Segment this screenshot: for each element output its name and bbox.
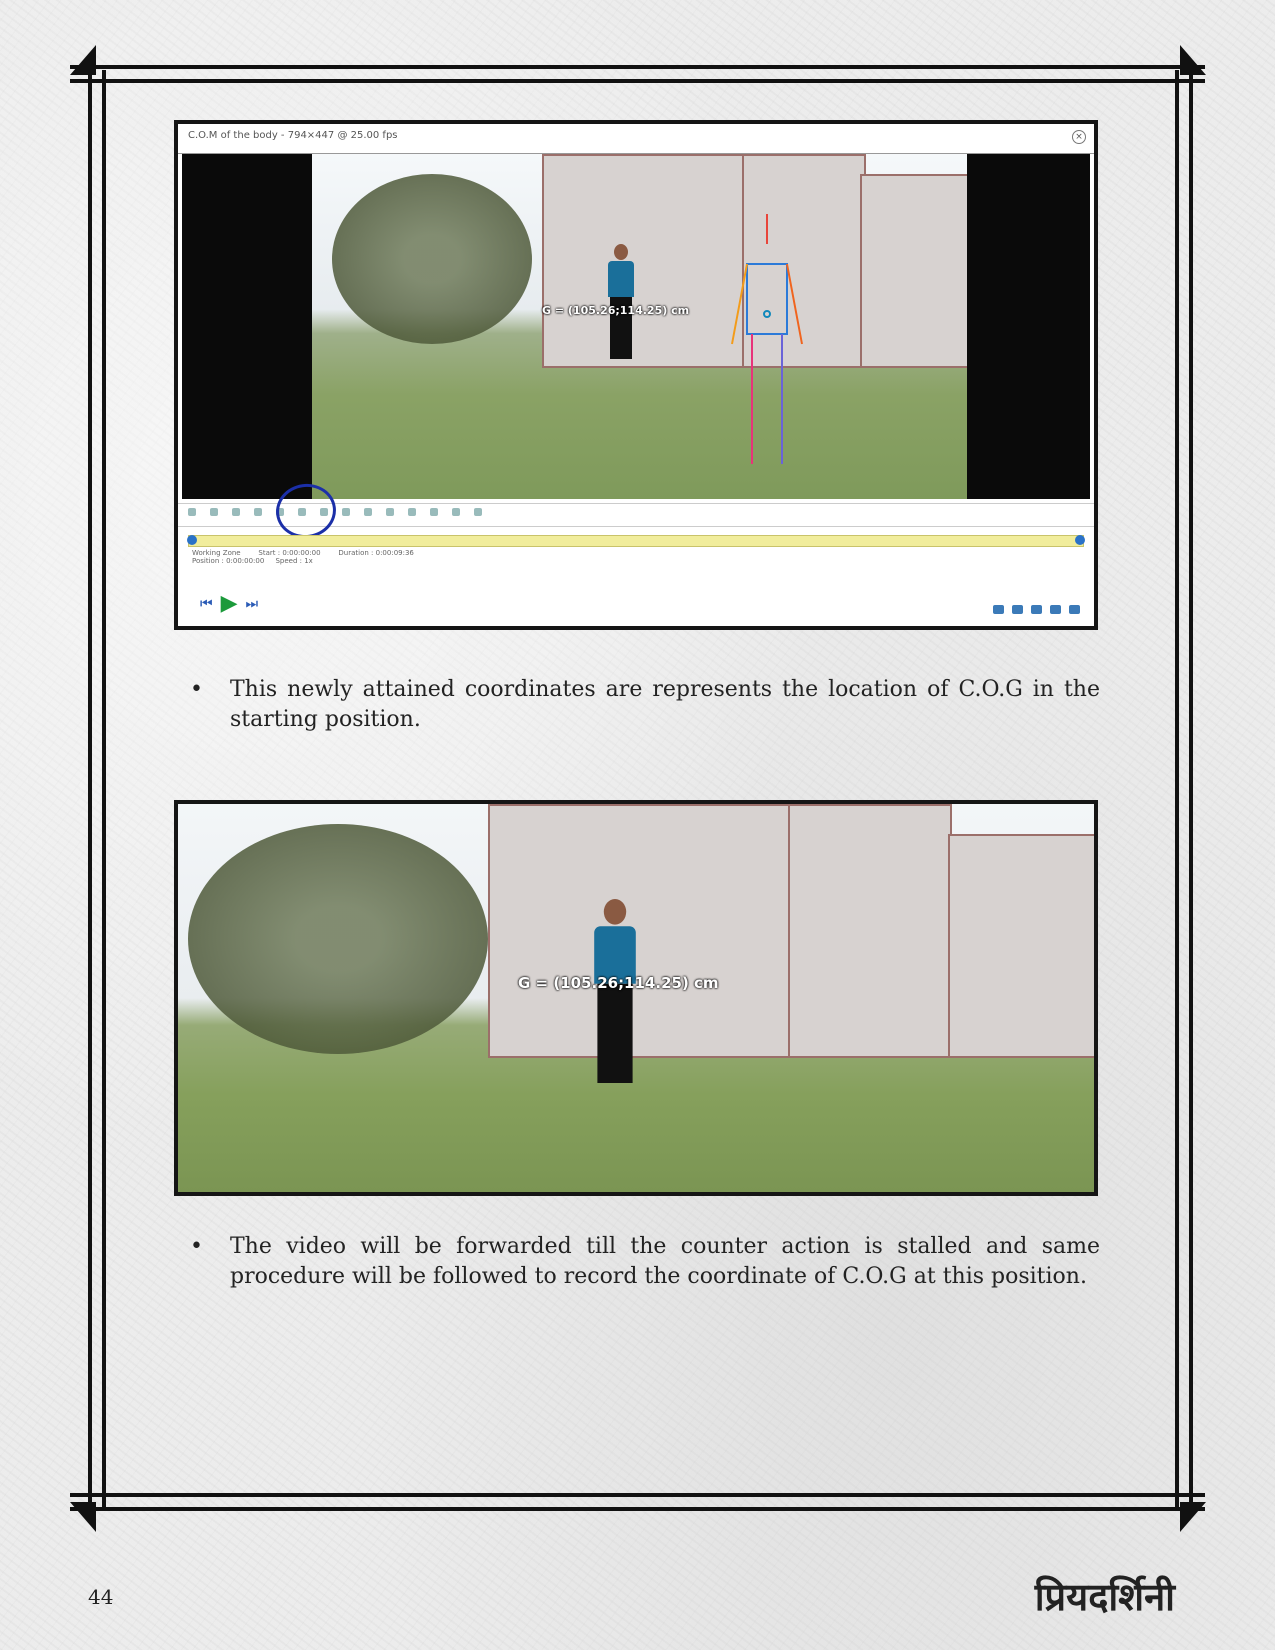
close-icon[interactable]: × bbox=[1072, 130, 1086, 144]
tree bbox=[332, 174, 532, 344]
player-video-area: G = (105.26;114.25) cm bbox=[182, 154, 1090, 499]
frame-top-rule bbox=[70, 65, 1205, 83]
tool-icon[interactable] bbox=[408, 508, 416, 516]
export-icon[interactable] bbox=[1012, 605, 1023, 614]
speed-value: Speed : 1x bbox=[275, 557, 313, 565]
publication-title: प्रियदर्शिनी bbox=[1034, 1575, 1175, 1619]
bullet-text: This newly attained coordinates are repr… bbox=[230, 677, 1100, 732]
export-icons bbox=[993, 605, 1080, 614]
video-frame-screenshot: G = (105.26;114.25) cm bbox=[174, 800, 1098, 1196]
cog-coordinate-label: G = (105.26;114.25) cm bbox=[542, 304, 690, 317]
stick-figure-overlay bbox=[731, 214, 803, 464]
next-frame-icon[interactable]: ⏭ bbox=[246, 596, 259, 612]
building bbox=[860, 174, 967, 368]
player-toolbar bbox=[178, 480, 1094, 542]
corner-ornament-top-left bbox=[70, 45, 96, 75]
transport-controls: ⏮ ▶ ⏭ bbox=[200, 591, 258, 616]
tool-icon[interactable] bbox=[210, 508, 218, 516]
frame-right-rule bbox=[1175, 70, 1193, 1510]
start-time: Start : 0:00:00:00 bbox=[258, 549, 321, 557]
building bbox=[948, 834, 1094, 1058]
tool-icon[interactable] bbox=[452, 508, 460, 516]
duration-time: Duration : 0:00:09:36 bbox=[338, 549, 414, 557]
tool-icon[interactable] bbox=[232, 508, 240, 516]
export-icon[interactable] bbox=[1031, 605, 1042, 614]
corner-ornament-bottom-left bbox=[70, 1502, 96, 1532]
player-title: C.O.M of the body - 794×447 @ 25.00 fps bbox=[188, 130, 398, 141]
play-icon[interactable]: ▶ bbox=[221, 591, 238, 616]
tool-icon[interactable] bbox=[254, 508, 262, 516]
bullet-paragraph-2: • The video will be forwarded till the c… bbox=[190, 1232, 1100, 1292]
working-zone-label: Working Zone bbox=[192, 549, 241, 557]
video-player-screenshot: C.O.M of the body - 794×447 @ 25.00 fps … bbox=[174, 120, 1098, 630]
frame-bottom-rule bbox=[70, 1493, 1205, 1511]
bullet-paragraph-1: • This newly attained coordinates are re… bbox=[190, 675, 1100, 735]
player-info-panel: Working Zone Start : 0:00:00:00 Duration… bbox=[178, 547, 1094, 603]
corner-ornament-bottom-right bbox=[1180, 1502, 1206, 1532]
video-scene: G = (105.26;114.25) cm bbox=[312, 154, 967, 499]
timeline-slider[interactable] bbox=[187, 535, 1085, 547]
tool-icon[interactable] bbox=[188, 508, 196, 516]
bullet-dot: • bbox=[190, 1234, 203, 1259]
timeline-start-handle[interactable] bbox=[187, 535, 197, 545]
export-icon[interactable] bbox=[1050, 605, 1061, 614]
tool-icon[interactable] bbox=[430, 508, 438, 516]
export-icon[interactable] bbox=[993, 605, 1004, 614]
tree bbox=[188, 824, 488, 1054]
frame-left-rule bbox=[88, 70, 106, 1510]
bullet-text: The video will be forwarded till the cou… bbox=[230, 1234, 1100, 1289]
building bbox=[542, 154, 746, 368]
page-number: 44 bbox=[88, 1585, 114, 1609]
bullet-dot: • bbox=[190, 677, 203, 702]
tool-icon[interactable] bbox=[342, 508, 350, 516]
corner-ornament-top-right bbox=[1180, 45, 1206, 75]
export-icon[interactable] bbox=[1069, 605, 1080, 614]
athlete-figure bbox=[608, 244, 634, 359]
player-titlebar: C.O.M of the body - 794×447 @ 25.00 fps … bbox=[178, 124, 1094, 154]
tool-icon[interactable] bbox=[386, 508, 394, 516]
tool-icon[interactable] bbox=[474, 508, 482, 516]
position-time: Position : 0:00:00:00 bbox=[192, 557, 265, 565]
cog-coordinate-label: G = (105.26;114.25) cm bbox=[518, 974, 719, 992]
timeline-end-handle[interactable] bbox=[1075, 535, 1085, 545]
first-frame-icon[interactable]: ⏮ bbox=[200, 596, 213, 612]
building bbox=[788, 804, 952, 1058]
tool-icon[interactable] bbox=[364, 508, 372, 516]
